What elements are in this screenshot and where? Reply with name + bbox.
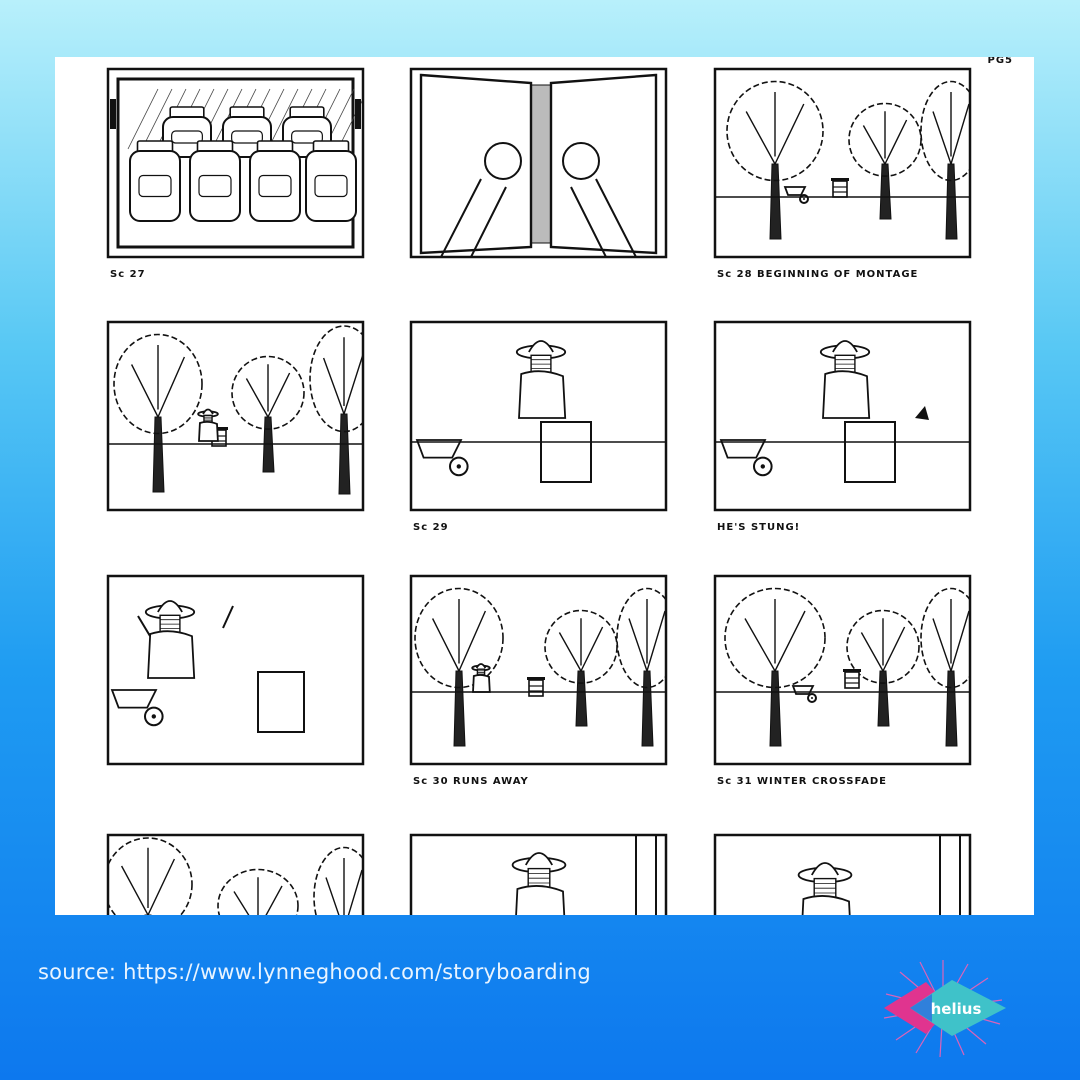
panel-caption: HE'S STUNG!: [717, 522, 800, 533]
storyboard-panel: Sc 30 RUNS AWAY: [409, 574, 668, 787]
storyboard-panel: HE'S STUNG!: [713, 320, 972, 533]
panel-caption: Sc 31 WINTER CROSSFADE: [717, 776, 887, 787]
storyboard-panel: [106, 320, 365, 512]
storyboard-panel: [713, 833, 972, 915]
storyboard-image: Sc 27 Sc 28 BEGINNING OF MONTAGE Sc 29 HE'S…: [106, 57, 1014, 915]
storyboard-panel: [106, 574, 365, 766]
source-citation: source: https://www.lynneghood.com/story…: [38, 960, 591, 984]
panel-caption: Sc 28 BEGINNING OF MONTAGE: [717, 269, 918, 280]
panel-caption: Sc 30 RUNS AWAY: [413, 776, 529, 787]
helius-logo: helius: [876, 958, 1010, 1058]
storyboard-panel: [106, 833, 365, 915]
storyboard-panel: [409, 67, 668, 259]
storyboard-panel: Sc 27: [106, 67, 365, 280]
panel-caption: Sc 27: [110, 269, 146, 280]
page-mark: PG5: [988, 57, 1014, 66]
storyboard-sheet: Sc 27 Sc 28 BEGINNING OF MONTAGE Sc 29 HE'S…: [55, 57, 1034, 915]
storyboard-panel: Sc 28 BEGINNING OF MONTAGE: [713, 67, 972, 280]
storyboard-panel: Sc 31 WINTER CROSSFADE: [713, 574, 972, 787]
storyboard-panel: Sc 29: [409, 320, 668, 533]
logo-text: helius: [931, 1000, 982, 1018]
panel-caption: Sc 29: [413, 522, 449, 533]
storyboard-panel: [409, 833, 668, 915]
